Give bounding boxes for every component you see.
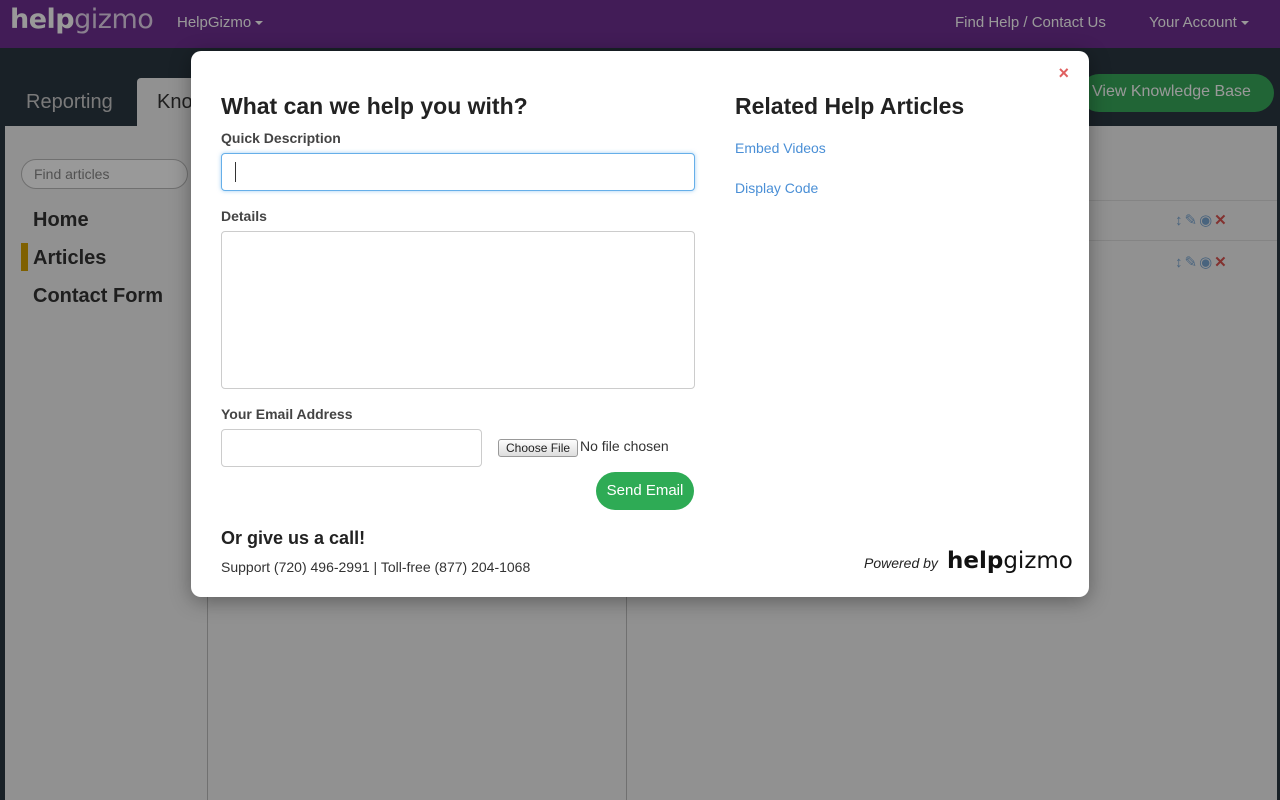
close-icon[interactable]: × [1058,63,1069,84]
powered-by-logo[interactable]: helpgizmo [947,548,1073,574]
choose-file-button[interactable]: Choose File [498,439,579,457]
phone-numbers: Support (720) 496-2991 | Toll-free (877)… [221,559,531,575]
quick-description-label: Quick Description [221,130,341,146]
related-articles-heading: Related Help Articles [735,93,965,119]
send-email-button[interactable]: Send Email [596,472,694,510]
help-modal: × What can we help you with? Quick Descr… [191,51,1089,597]
email-field[interactable] [221,429,482,467]
powered-by-text: Powered by [864,555,938,571]
related-link-embed-videos[interactable]: Embed Videos [735,140,826,156]
quick-description-input[interactable] [221,153,695,191]
call-heading: Or give us a call! [221,528,366,548]
powered-logo-light: gizmo [1003,548,1073,574]
file-status-text: No file chosen [580,438,669,454]
modal-title: What can we help you with? [221,93,528,119]
text-cursor [235,162,236,182]
related-link-display-code[interactable]: Display Code [735,180,818,196]
powered-logo-bold: help [947,548,1004,574]
email-label: Your Email Address [221,406,353,422]
details-label: Details [221,208,267,224]
details-textarea[interactable] [221,231,695,389]
